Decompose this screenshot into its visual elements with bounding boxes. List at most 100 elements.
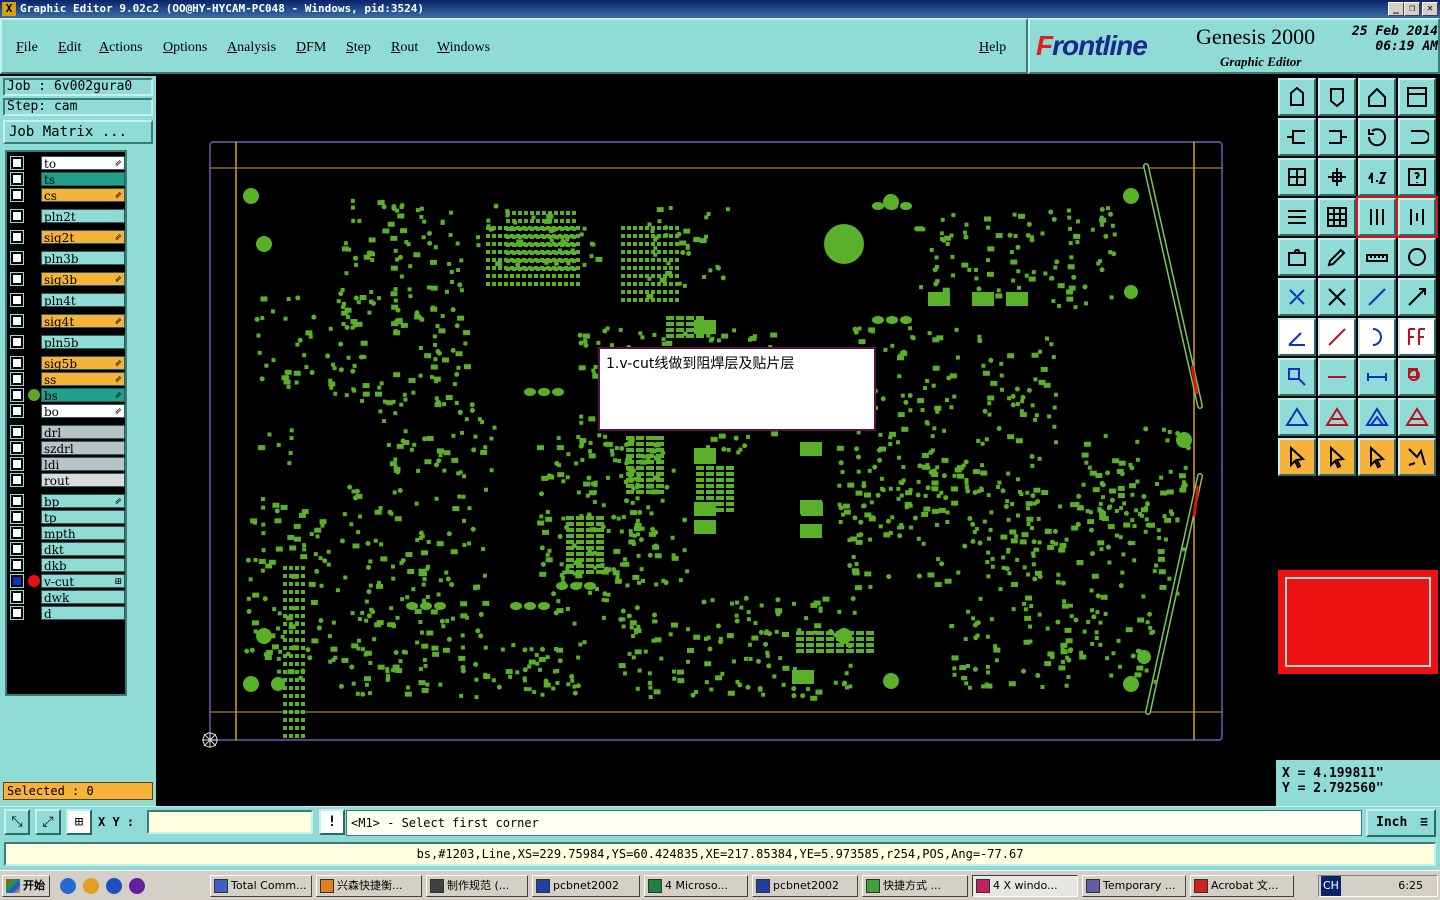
layer-name[interactable]: sig5b ⇙ — [41, 356, 125, 371]
layer-row-tp[interactable]: tp — [7, 510, 125, 525]
overview-window[interactable] — [1276, 484, 1440, 758]
menu-step[interactable]: Step — [346, 40, 371, 56]
layer-row-sig4t[interactable]: sig4t ⇙ — [7, 314, 125, 329]
graphic-canvas[interactable] — [156, 76, 1276, 806]
outlook-icon[interactable] — [106, 878, 122, 894]
unit-selector[interactable]: Inch ≡ — [1366, 809, 1436, 837]
layer-checkbox[interactable] — [10, 441, 24, 455]
layer-checkbox[interactable] — [10, 606, 24, 620]
layer-checkbox[interactable] — [10, 542, 24, 556]
layer-checkbox[interactable] — [10, 425, 24, 439]
layer-row-dkb[interactable]: dkb — [7, 558, 125, 573]
taskbar-item[interactable]: Acrobat 文... — [1190, 875, 1294, 897]
layer-checkbox[interactable] — [10, 494, 24, 508]
scale-1-2-icon[interactable] — [1358, 158, 1396, 196]
arrow-line-icon[interactable] — [1398, 278, 1436, 316]
alert-icon[interactable]: ! — [319, 809, 345, 835]
window-icon[interactable] — [1398, 78, 1436, 116]
layer-checkbox[interactable] — [10, 457, 24, 471]
connect-icon[interactable] — [1278, 278, 1316, 316]
layer-checkbox[interactable] — [10, 314, 24, 328]
window-title-bar[interactable]: X Graphic Editor 9.02c2 (OO@HY-HYCAM-PC0… — [0, 0, 1440, 18]
layer-checkbox[interactable] — [10, 272, 24, 286]
layer-name[interactable]: bo ⇙ — [41, 404, 125, 419]
menu-options[interactable]: Options — [163, 40, 207, 56]
select-all-icon[interactable] — [1358, 438, 1396, 476]
snap-point-icon[interactable] — [1398, 238, 1436, 276]
undo-zoom-icon[interactable] — [1358, 118, 1396, 156]
menu-rout[interactable]: Rout — [391, 40, 418, 56]
home-icon[interactable] — [1358, 78, 1396, 116]
maximize-button[interactable]: ❐ — [1404, 2, 1420, 16]
job-matrix-button[interactable]: Job Matrix ... — [3, 120, 153, 144]
layer-checkbox[interactable] — [10, 172, 24, 186]
help-icon[interactable] — [1398, 158, 1436, 196]
triangle-icon[interactable] — [1278, 398, 1316, 436]
layer-row-pln5b[interactable]: pln5b — [7, 335, 125, 350]
layer-row-szdrl[interactable]: szdrl — [7, 441, 125, 456]
layer-checkbox[interactable] — [10, 251, 24, 265]
layer-name[interactable]: pln3b — [41, 251, 125, 266]
layer-row-mpth[interactable]: mpth — [7, 526, 125, 541]
center-icon[interactable] — [1318, 158, 1356, 196]
layer-row-dkt[interactable]: dkt — [7, 542, 125, 557]
layer-row-sig2t[interactable]: sig2t ⇙ — [7, 230, 125, 245]
layer-row-bo[interactable]: bo ⇙ — [7, 404, 125, 419]
layer-row-dwk[interactable]: dwk — [7, 590, 125, 605]
layer-checkbox[interactable] — [10, 188, 24, 202]
layer-checkbox[interactable] — [10, 356, 24, 370]
layer-checkbox[interactable] — [10, 156, 24, 170]
layer-row-ldi[interactable]: ldi — [7, 457, 125, 472]
layer-row-pln2t[interactable]: pln2t — [7, 209, 125, 224]
menu-analysis[interactable]: Analysis — [227, 40, 276, 56]
triangle-a-icon[interactable] — [1318, 398, 1356, 436]
grid-mode-icon[interactable]: ⊞ — [66, 809, 92, 835]
layer-row-sig5b[interactable]: sig5b ⇙ — [7, 356, 125, 371]
pan-right-icon[interactable] — [1318, 118, 1356, 156]
layer-row-pln4t[interactable]: pln4t — [7, 293, 125, 308]
layer-row-pln3b[interactable]: pln3b — [7, 251, 125, 266]
layer-name[interactable]: bs ⇙ — [41, 388, 125, 403]
taskbar-item[interactable]: Temporary ... — [1082, 875, 1186, 897]
screenshot-icon[interactable] — [1278, 238, 1316, 276]
layer-checkbox[interactable] — [10, 388, 24, 402]
layers-diff-icon[interactable] — [1396, 196, 1438, 238]
layer-name[interactable]: cs ⇙ — [41, 188, 125, 203]
layer-name[interactable]: drl — [41, 425, 125, 440]
cross-icon[interactable] — [1318, 278, 1356, 316]
ie-icon[interactable] — [60, 878, 76, 894]
layer-name[interactable]: dkt — [41, 542, 125, 557]
layer-row-d[interactable]: d — [7, 606, 125, 621]
layer-checkbox[interactable] — [10, 510, 24, 524]
zoom-fit-icon[interactable] — [1278, 158, 1316, 196]
select-box-icon[interactable] — [1318, 438, 1356, 476]
menu-file[interactable]: File — [16, 40, 38, 56]
edit-icon[interactable] — [1318, 238, 1356, 276]
layer-row-to[interactable]: to ⇙ — [7, 156, 125, 171]
layer-checkbox[interactable] — [10, 293, 24, 307]
media-icon[interactable] — [83, 878, 99, 894]
menu-actions[interactable]: Actions — [99, 40, 143, 56]
arc-icon[interactable] — [1358, 318, 1396, 356]
taskbar-item[interactable]: Total Comm... — [210, 875, 312, 897]
layer-row-bs[interactable]: bs ⇙ — [7, 388, 125, 403]
select-icon[interactable] — [1278, 438, 1316, 476]
layer-checkbox[interactable] — [10, 230, 24, 244]
measure-mode-icon[interactable]: ⤢ — [35, 809, 61, 835]
shapes-icon[interactable] — [1398, 358, 1436, 396]
taskbar-item[interactable]: pcbnet2002 — [532, 875, 640, 897]
taskbar-item[interactable]: 制作规范 (... — [426, 875, 528, 897]
layer-name[interactable]: ts — [41, 172, 125, 187]
layer-checkbox[interactable] — [10, 574, 24, 588]
layer-checkbox[interactable] — [10, 209, 24, 223]
layer-row-cs[interactable]: cs ⇙ — [7, 188, 125, 203]
taskbar-item[interactable]: 4 X windo... — [972, 875, 1078, 897]
menu-help[interactable]: Help — [979, 40, 1006, 56]
layer-name[interactable]: tp — [41, 510, 125, 525]
dimension-icon[interactable] — [1358, 358, 1396, 396]
layer-checkbox[interactable] — [10, 335, 24, 349]
layer-row-bp[interactable]: bp ⇙ — [7, 494, 125, 509]
snap-mode-icon[interactable]: ⤡ — [4, 809, 30, 835]
menu-edit[interactable]: Edit — [58, 40, 81, 56]
diagonal-icon[interactable] — [1318, 318, 1356, 356]
